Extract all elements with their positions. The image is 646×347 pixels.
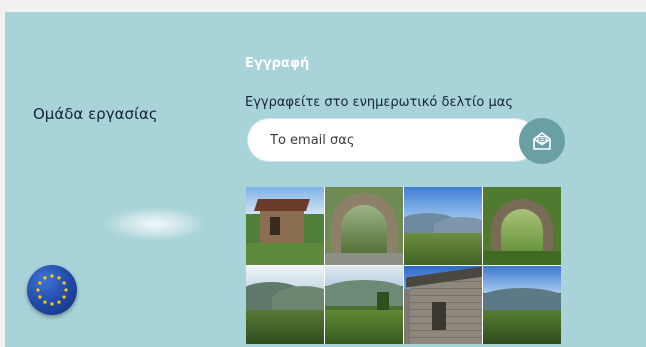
registration-subtitle: Εγγραφείτε στο ενημερωτικό δελτίο μας: [245, 95, 513, 110]
newsletter-form: [247, 118, 565, 164]
send-button[interactable]: [519, 118, 565, 164]
eu-flag-icon: [27, 265, 77, 315]
photo-stone-bridge[interactable]: [325, 187, 403, 265]
photo-forest-valley[interactable]: [325, 266, 403, 344]
email-input[interactable]: [247, 118, 537, 162]
footer-panel: Ομάδα εργασίας Εγγραφή Εγγραφείτε στο εν…: [5, 12, 646, 347]
envelope-icon: [533, 132, 551, 150]
team-link[interactable]: Ομάδα εργασίας: [33, 105, 158, 123]
registration-title: Εγγραφή: [245, 56, 310, 71]
photo-mountain-view[interactable]: [483, 266, 561, 344]
cloud-decoration: [105, 207, 205, 241]
photo-mountain-range[interactable]: [246, 266, 324, 344]
photo-gallery: [246, 187, 561, 344]
photo-mountain-valley[interactable]: [404, 187, 482, 265]
photo-stone-house[interactable]: [246, 187, 324, 265]
photo-stone-arch[interactable]: [483, 187, 561, 265]
photo-stone-chapel[interactable]: [404, 266, 482, 344]
